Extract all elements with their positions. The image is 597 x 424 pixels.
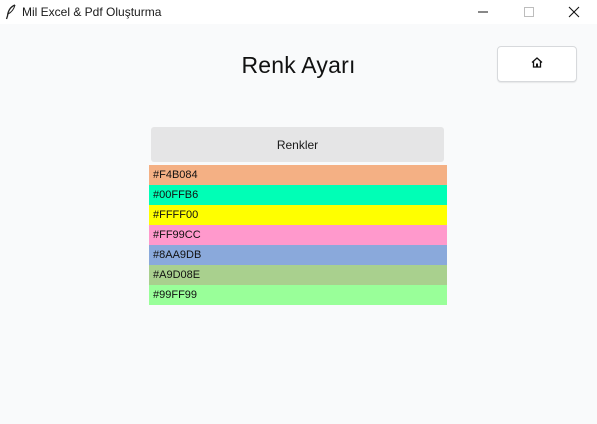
- color-list-item[interactable]: #FF99CC: [149, 225, 447, 245]
- window-title: Mil Excel & Pdf Oluşturma: [22, 5, 162, 19]
- color-list: #F4B084 #00FFB6 #FFFF00 #FF99CC #8AA9DB #A9D0…: [149, 165, 447, 305]
- color-list-item[interactable]: #8AA9DB: [149, 245, 447, 265]
- minimize-icon: [477, 6, 489, 18]
- color-list-item[interactable]: #A9D08E: [149, 265, 447, 285]
- house-icon: [531, 55, 543, 73]
- colors-header-label: Renkler: [276, 137, 319, 152]
- close-button[interactable]: [551, 0, 597, 24]
- close-icon: [568, 6, 580, 18]
- maximize-button[interactable]: [506, 0, 552, 24]
- color-list-item[interactable]: #F4B084: [149, 165, 447, 185]
- color-list-item[interactable]: #00FFB6: [149, 185, 447, 205]
- colors-header-button[interactable]: Renkler: [151, 127, 444, 162]
- feather-icon: [4, 4, 18, 20]
- maximize-icon: [523, 6, 535, 18]
- color-list-item[interactable]: #99FF99: [149, 285, 447, 305]
- app-window: Mil Excel & Pdf Oluşturma Renk Ayarı Ren…: [0, 0, 597, 424]
- color-list-item[interactable]: #FFFF00: [149, 205, 447, 225]
- title-bar[interactable]: Mil Excel & Pdf Oluşturma: [0, 0, 597, 24]
- minimize-button[interactable]: [460, 0, 506, 24]
- home-button[interactable]: [497, 46, 577, 82]
